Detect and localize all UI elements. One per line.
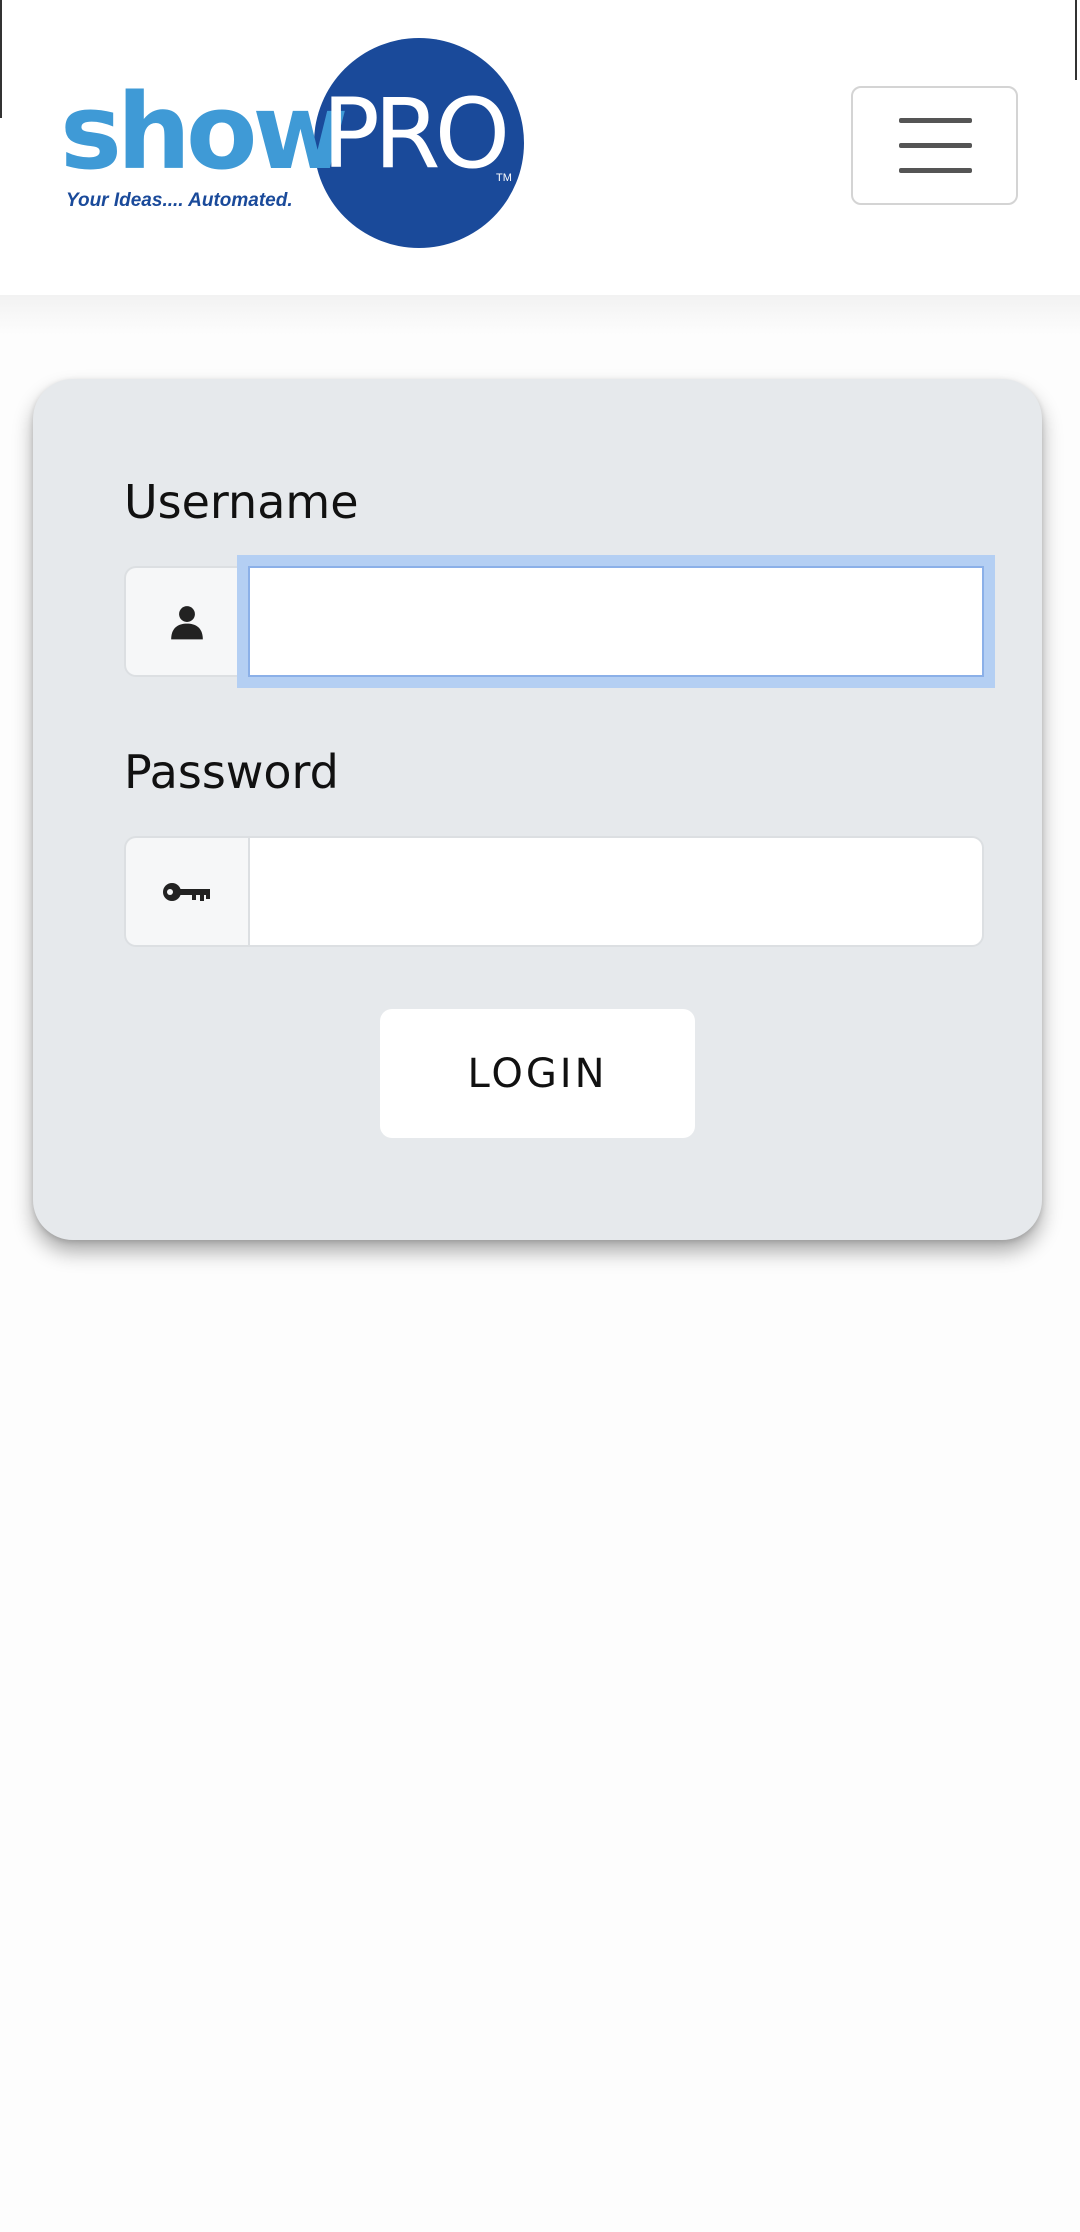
password-addon <box>124 836 248 947</box>
logo-tagline: Your Ideas.... Automated. <box>66 190 293 211</box>
username-input[interactable] <box>248 566 984 677</box>
edge-divider <box>1075 0 1077 80</box>
logo-trademark: TM <box>496 172 512 184</box>
menu-toggle-button[interactable] <box>851 86 1018 205</box>
username-label: Username <box>124 475 359 529</box>
login-card: Username Password LOGIN <box>33 379 1042 1240</box>
header-shadow <box>0 295 1080 335</box>
password-label: Password <box>124 745 339 799</box>
top-navbar: show PRO TM Your Ideas.... Automated. <box>0 0 1080 295</box>
logo-word-show: show <box>60 71 348 193</box>
password-input[interactable] <box>248 836 984 947</box>
login-button[interactable]: LOGIN <box>380 1009 695 1138</box>
key-icon <box>163 882 210 901</box>
edge-divider <box>0 0 2 118</box>
user-icon <box>171 605 203 639</box>
logo-word-pro: PRO <box>322 78 510 190</box>
username-addon <box>124 566 248 677</box>
showpro-logo[interactable]: show PRO TM Your Ideas.... Automated. <box>60 38 530 254</box>
